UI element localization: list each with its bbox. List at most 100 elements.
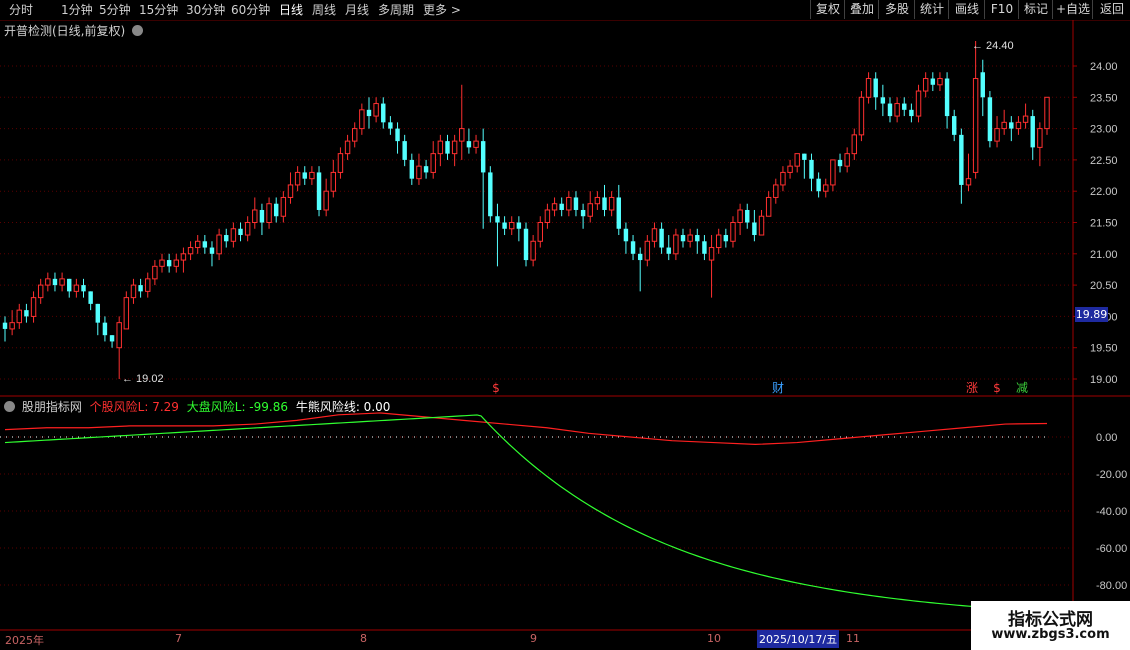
candle-body-down [959, 134, 964, 185]
candle-body-up [280, 196, 287, 217]
event-marker: $ [993, 381, 1001, 395]
candle-body-up [359, 109, 365, 130]
price-tick-label: 22.50 [1090, 155, 1118, 167]
candle-body-up [294, 171, 301, 186]
candle-body-up [173, 259, 180, 267]
candle-body-down [238, 228, 243, 236]
candle-body-down [944, 78, 950, 117]
date-label-year: 2025年 [5, 634, 44, 647]
candle-body-down [138, 285, 143, 292]
candle-body-up [566, 196, 572, 211]
candle-body-up [894, 103, 900, 117]
candle-body-down [887, 103, 893, 117]
candle-body-down [423, 166, 429, 173]
candle-body-up [351, 128, 358, 142]
candle-body-down [81, 285, 86, 292]
candle-body-up [823, 184, 829, 192]
candle-body-up [266, 203, 272, 224]
price-tick-label: 19.00 [1090, 374, 1118, 386]
candle-body-down [909, 109, 914, 117]
sub-tick-label: -80.00 [1096, 580, 1127, 592]
candle-body-up [373, 103, 379, 117]
candle-body-up [730, 222, 736, 242]
candle-body-down [837, 159, 843, 167]
date-label-nov: 11 [846, 632, 860, 645]
candle-body-down [2, 322, 8, 329]
price-tick-label: 21.50 [1090, 218, 1118, 230]
candle-body-down [637, 253, 643, 261]
candle-body-up [194, 240, 201, 249]
candle-body-up [651, 228, 658, 242]
legend-bull-bear: 牛熊风险线: 0.00 [295, 400, 391, 414]
sub-tick-label: -60.00 [1096, 543, 1127, 555]
candle-body-up [451, 140, 458, 155]
candle-body-down [580, 209, 586, 217]
candle-body-up [244, 222, 251, 236]
candle-body-up [587, 203, 593, 217]
date-label-jul: 7 [175, 632, 182, 645]
high-price-marker: ← 24.40 [972, 40, 1014, 52]
legend-stock-risk: 个股风险L: 7.29 [89, 400, 179, 414]
candle-body-up [1001, 121, 1007, 130]
candle-body-down [516, 222, 522, 229]
candle-body-down [723, 235, 729, 242]
event-marker: 涨 [966, 380, 978, 395]
candle-body-down [802, 153, 807, 160]
candle-body-up [608, 196, 615, 211]
candle-body-down [502, 222, 507, 229]
date-label-aug: 8 [360, 632, 367, 645]
candle-body-down [88, 291, 93, 304]
candle-body-down [816, 178, 821, 192]
date-highlight: 2025/10/17/五 [757, 630, 840, 648]
candle-body-down [659, 228, 664, 248]
candle-body-up [216, 234, 222, 255]
candle-body-down [316, 172, 322, 210]
candle-body-up [309, 171, 315, 180]
candle-body-up [1015, 121, 1022, 130]
candle-body-down [302, 172, 307, 179]
candle-body-down [224, 235, 229, 242]
candle-body-down [388, 122, 393, 129]
candle-body-up [544, 209, 551, 223]
candle-body-up [972, 78, 979, 173]
candle-body-up [16, 309, 22, 324]
candle-body-down [695, 235, 700, 242]
candle-body-down [52, 278, 58, 286]
candle-body-up [287, 184, 294, 198]
chart-canvas: 24.00 23.50 23.00 22.50 22.00 21.50 21.00 20.50… [0, 20, 1130, 631]
candle-body-up [994, 128, 1000, 142]
candle-body-up [758, 215, 765, 236]
candle-body-down [930, 78, 936, 85]
candle-body-up [30, 297, 37, 317]
candle-body-down [623, 228, 629, 242]
candle-body-up [937, 78, 943, 86]
candle-body-up [851, 134, 858, 155]
sub-tick-label: -20.00 [1096, 469, 1127, 481]
candle-body-down [67, 278, 72, 292]
candle-body-up [844, 153, 850, 167]
candle-body-up [145, 278, 151, 292]
candle-body-up [530, 240, 536, 261]
candle-body-down [1009, 122, 1014, 129]
candle-body-up [594, 196, 601, 205]
candle-body-up [323, 190, 329, 211]
candle-body-up [252, 209, 258, 223]
settings-circle-icon[interactable] [4, 401, 15, 412]
stock-risk-line [4, 412, 1048, 446]
candle-body-up [416, 165, 422, 180]
candle-body-down [366, 109, 372, 117]
candle-body-down [102, 322, 108, 336]
candle-body-down [902, 103, 907, 110]
price-tick-label: 22.00 [1090, 186, 1118, 198]
indicator-name: 股朋指标网 [21, 400, 82, 414]
legend-market-risk: 大盘风险L: -99.86 [186, 400, 288, 414]
candle-body-up [152, 265, 158, 280]
candle-body-up [794, 153, 800, 167]
candle-body-up [37, 284, 44, 299]
candle-body-up [858, 96, 865, 136]
candle-body-up [915, 90, 922, 117]
candle-body-up [1044, 96, 1050, 130]
candle-body-up [180, 253, 187, 261]
candle-body-up [1022, 115, 1029, 123]
candle-body-up [73, 284, 80, 292]
